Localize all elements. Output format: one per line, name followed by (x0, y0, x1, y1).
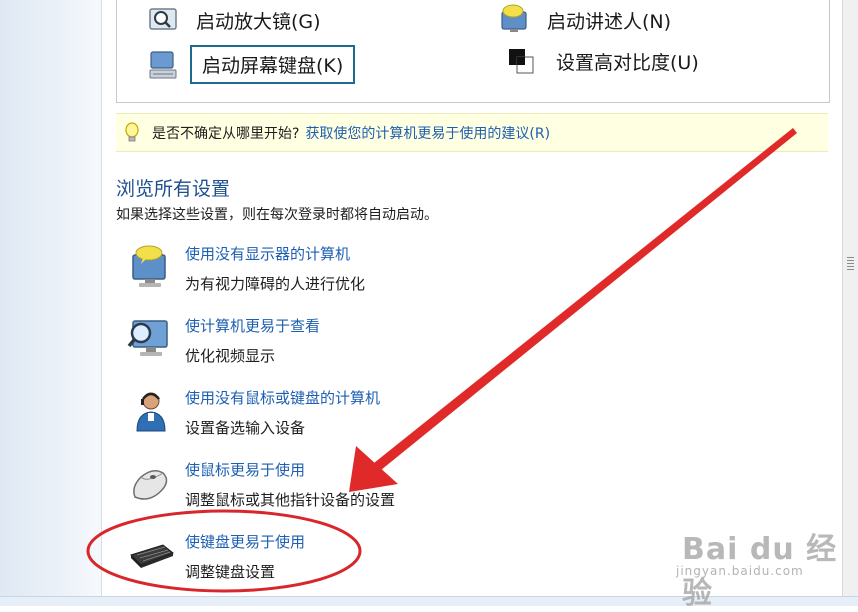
start-magnifier-link[interactable]: 启动放大镜(G) (148, 6, 321, 34)
setting-desc-mouse-easier: 调整鼠标或其他指针设备的设置 (185, 491, 396, 509)
magnifier-icon (148, 6, 182, 34)
setting-link-no-display[interactable]: 使用没有显示器的计算机 (185, 243, 350, 264)
setting-desc-no-mouse-keyboard: 设置备选输入设备 (185, 419, 306, 437)
setting-link-no-mouse-keyboard[interactable]: 使用没有鼠标或键盘的计算机 (185, 387, 380, 408)
left-nav-strip (0, 0, 102, 605)
watermark-site: jingyan.baidu.com (676, 564, 804, 578)
setting-item-no-display: 使用没有显示器的计算机 为有视力障碍的人进行优化 (127, 243, 607, 299)
browse-all-settings-description: 如果选择这些设置，则在每次登录时都将自动启动。 (116, 207, 438, 223)
start-narrator-link[interactable]: 启动讲述人(N) (499, 4, 671, 36)
setting-item-no-mouse-keyboard: 使用没有鼠标或键盘的计算机 设置备选输入设备 (127, 387, 607, 443)
tip-recommendations-link[interactable]: 获取使您的计算机更易于使用的建议(R) (305, 123, 550, 143)
setting-item-mouse-easier: 使鼠标更易于使用 调整鼠标或其他指针设备的设置 (127, 459, 607, 515)
setting-item-keyboard-easier: 使键盘更易于使用 调整键盘设置 (127, 531, 607, 587)
setting-link-keyboard-easier[interactable]: 使键盘更易于使用 (185, 531, 305, 552)
start-onscreen-keyboard-link[interactable]: 启动屏幕键盘(K) (148, 45, 356, 84)
setting-desc-easier-to-see: 优化视频显示 (185, 347, 276, 365)
browse-all-settings-title: 浏览所有设置 (116, 178, 231, 200)
setting-desc-keyboard-easier: 调整键盘设置 (185, 563, 276, 581)
lightbulb-icon (124, 121, 140, 144)
vertical-scrollbar[interactable] (842, 0, 858, 605)
magnifier-monitor-icon (127, 315, 175, 363)
setting-desc-no-display: 为有视力障碍的人进行优化 (185, 275, 366, 293)
tip-text: 是否不确定从哪里开始? (152, 125, 300, 142)
keyboard-icon (127, 531, 175, 579)
high-contrast-label: 设置高对比度(U) (556, 51, 699, 74)
magnifier-label: 启动放大镜(G) (196, 10, 321, 33)
person-headset-icon (127, 387, 175, 435)
high-contrast-icon (506, 46, 536, 76)
onscreen-keyboard-focus-box: 启动屏幕键盘(K) (190, 45, 356, 84)
scrollbar-grip[interactable] (847, 257, 854, 271)
setting-link-mouse-easier[interactable]: 使鼠标更易于使用 (185, 459, 305, 480)
tip-bar: 是否不确定从哪里开始? 获取使您的计算机更易于使用的建议(R) (116, 113, 828, 152)
set-high-contrast-link[interactable]: 设置高对比度(U) (506, 46, 699, 76)
narrator-label: 启动讲述人(N) (547, 10, 672, 33)
onscreen-keyboard-label: 启动屏幕键盘(K) (202, 55, 344, 77)
narrator-icon (499, 4, 533, 36)
setting-item-easier-to-see: 使计算机更易于查看 优化视频显示 (127, 315, 607, 371)
onscreen-keyboard-icon (148, 49, 180, 81)
baidu-jingyan-watermark: Bai du 经验 jingyan.baidu.com (676, 524, 848, 611)
mouse-icon (127, 459, 175, 507)
setting-link-easier-to-see[interactable]: 使计算机更易于查看 (185, 315, 320, 336)
monitor-speech-icon (127, 243, 175, 291)
